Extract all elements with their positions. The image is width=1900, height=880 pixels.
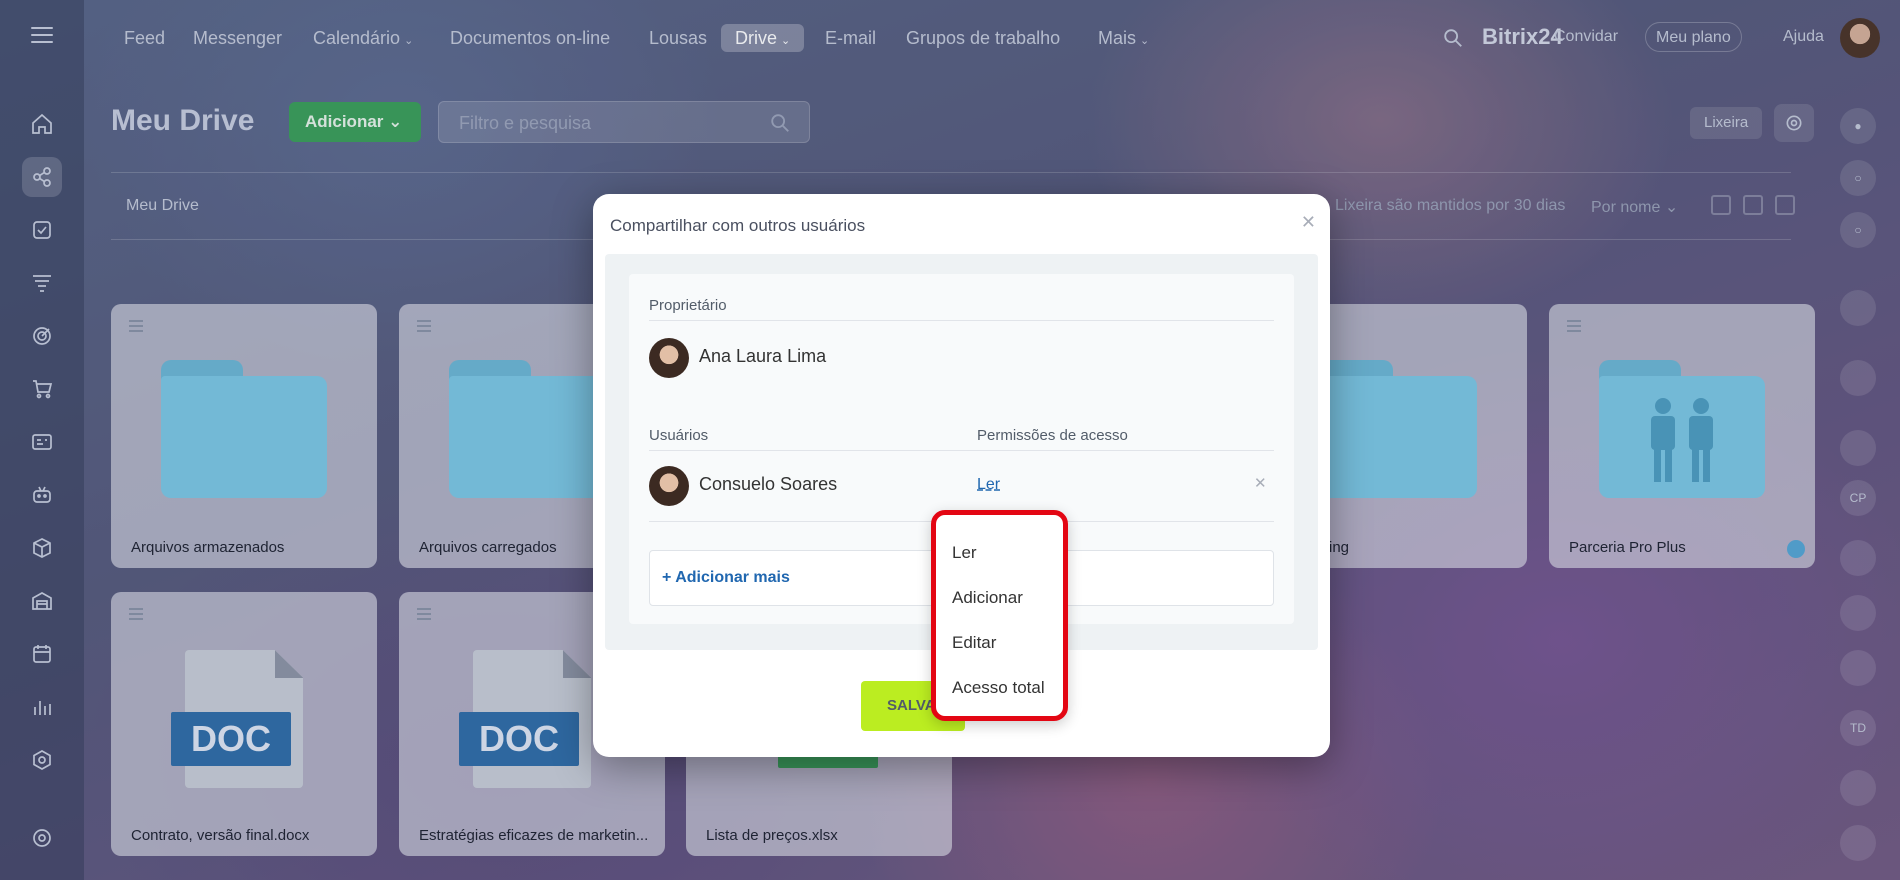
remove-icon[interactable]: ✕ (1254, 474, 1267, 492)
dialog-title: Compartilhar com outros usuários (610, 216, 866, 235)
avatar (649, 466, 689, 506)
permission-selector[interactable]: Ler (977, 476, 1000, 494)
option-read[interactable]: Ler (952, 543, 977, 563)
users-label: Usuários (649, 427, 709, 444)
option-full-access[interactable]: Acesso total (952, 678, 1045, 698)
option-add[interactable]: Adicionar (952, 588, 1023, 608)
permissions-label: Permissões de acesso (977, 427, 1128, 444)
option-edit[interactable]: Editar (952, 633, 996, 653)
user-name: Consuelo Soares (699, 474, 838, 494)
avatar (649, 338, 689, 378)
owner-name: Ana Laura Lima (699, 346, 827, 366)
permission-dropdown: Ler Adicionar Editar Acesso total (931, 510, 1068, 721)
close-icon[interactable]: ✕ (1301, 212, 1316, 233)
owner-label: Proprietário (649, 297, 727, 314)
